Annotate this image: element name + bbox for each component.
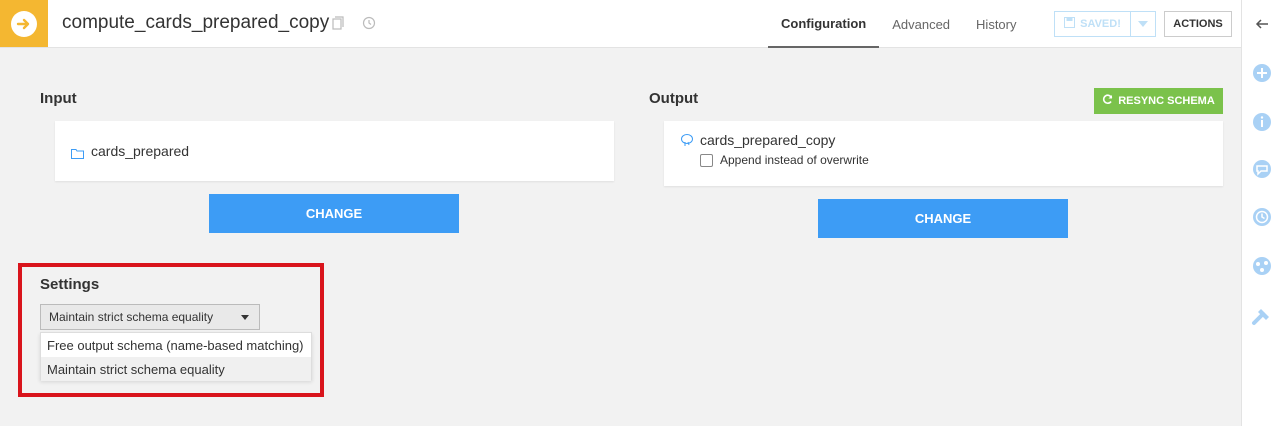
chat-icon[interactable]	[1251, 158, 1273, 180]
tab-advanced[interactable]: Advanced	[879, 0, 963, 48]
append-checkbox[interactable]	[700, 154, 713, 167]
right-sidebar	[1241, 0, 1280, 426]
copy-icon[interactable]	[331, 16, 345, 30]
flow-icon[interactable]	[1251, 255, 1273, 277]
dropdown-option-free-schema[interactable]: Free output schema (name-based matching)	[41, 333, 311, 357]
save-options-dropdown[interactable]	[1131, 11, 1156, 37]
tab-bar: Configuration Advanced History	[768, 0, 1030, 48]
page-title: compute_cards_prepared_copy	[62, 12, 330, 33]
top-bar: compute_cards_prepared_copy Configuratio…	[0, 0, 1241, 48]
dropdown-option-strict-schema[interactable]: Maintain strict schema equality	[41, 357, 311, 381]
chevron-down-icon	[241, 315, 249, 320]
input-dataset-name[interactable]: cards_prepared	[91, 143, 189, 159]
folder-icon	[71, 146, 84, 164]
resync-schema-label: RESYNC SCHEMA	[1118, 95, 1215, 107]
save-button-label: SAVED!	[1080, 18, 1121, 30]
append-label: Append instead of overwrite	[720, 153, 869, 167]
recipe-badge[interactable]	[0, 0, 48, 47]
plus-icon[interactable]	[1251, 62, 1273, 84]
info-icon[interactable]	[1251, 111, 1273, 133]
schema-mode-selected-value: Maintain strict schema equality	[49, 310, 214, 324]
tab-history[interactable]: History	[963, 0, 1029, 48]
change-input-button[interactable]: CHANGE	[209, 194, 459, 233]
resync-schema-button[interactable]: RESYNC SCHEMA	[1094, 88, 1223, 114]
back-arrow-icon[interactable]	[1251, 13, 1273, 35]
clock-icon[interactable]	[1251, 206, 1273, 228]
input-section-title: Input	[40, 90, 77, 107]
output-dataset-name[interactable]: cards_prepared_copy	[700, 132, 835, 148]
save-button[interactable]: SAVED!	[1054, 11, 1131, 37]
postgresql-icon	[680, 133, 694, 152]
change-output-button[interactable]: CHANGE	[818, 199, 1068, 238]
tab-configuration[interactable]: Configuration	[768, 0, 880, 48]
schema-mode-select[interactable]: Maintain strict schema equality	[40, 304, 260, 330]
settings-section-title: Settings	[40, 276, 100, 293]
output-section-title: Output	[649, 90, 699, 107]
floppy-disk-icon	[1064, 17, 1076, 31]
hammer-icon[interactable]	[1251, 305, 1273, 327]
actions-button[interactable]: ACTIONS	[1164, 11, 1232, 37]
arrow-right-icon	[11, 10, 37, 37]
refresh-icon	[1102, 94, 1113, 108]
schema-mode-dropdown: Free output schema (name-based matching)…	[40, 332, 312, 381]
chevron-down-icon	[1138, 21, 1148, 27]
history-icon[interactable]	[362, 16, 376, 30]
